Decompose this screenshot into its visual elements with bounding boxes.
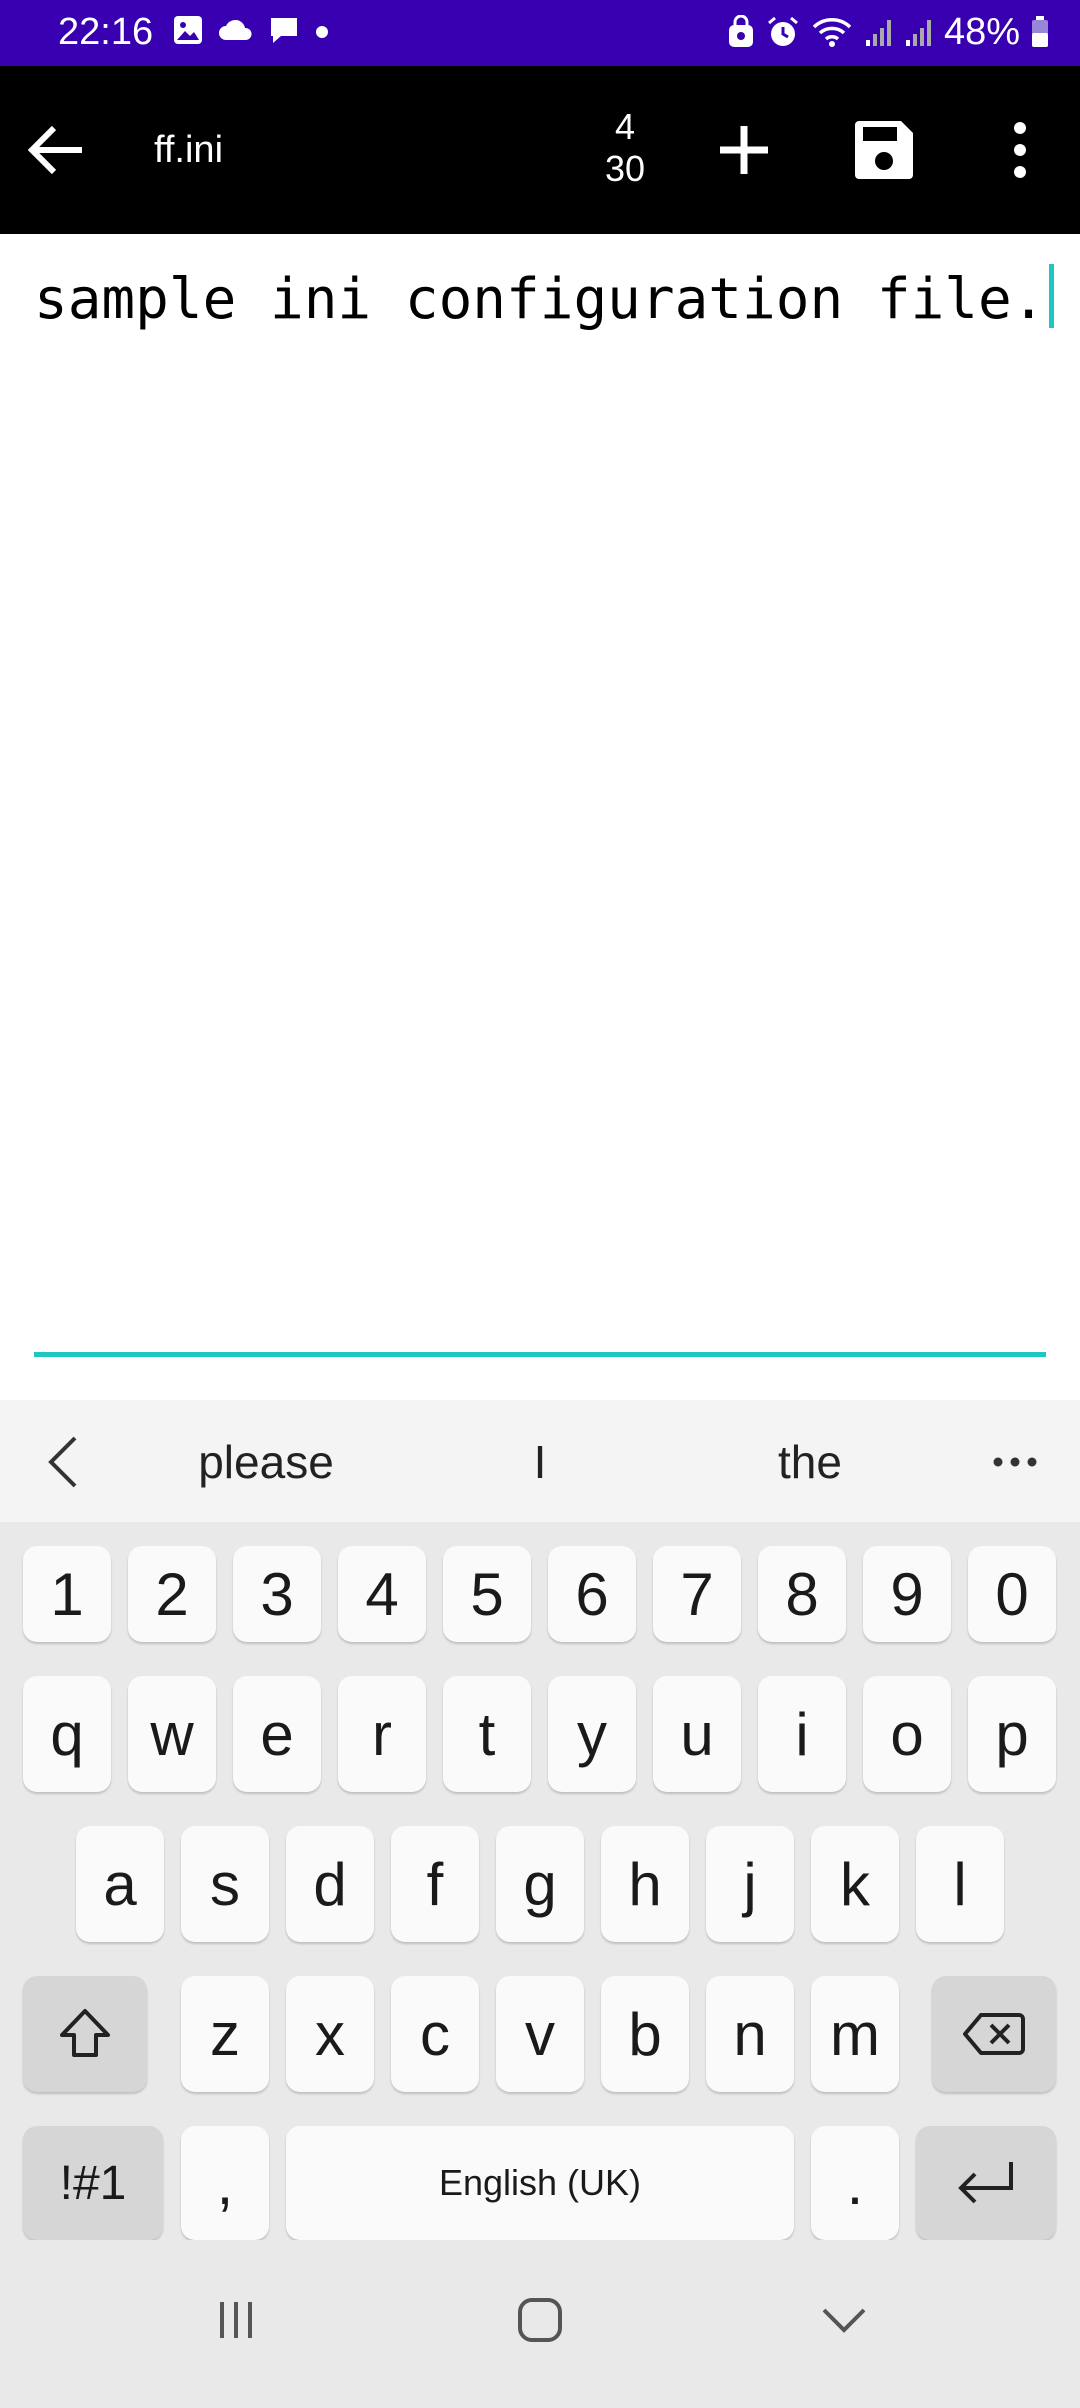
navigation-bar — [0, 2240, 1080, 2408]
shift-key[interactable] — [23, 1976, 147, 2092]
file-title: ff.ini — [154, 129, 224, 171]
status-time: 22:16 — [58, 11, 154, 53]
suggestion-bar: please I the — [0, 1400, 1080, 1522]
key-p[interactable]: p — [968, 1676, 1056, 1792]
key-y[interactable]: y — [548, 1676, 636, 1792]
key-t[interactable]: t — [443, 1676, 531, 1792]
app-toolbar: ff.ini 4 30 — [0, 66, 1080, 234]
key-r[interactable]: r — [338, 1676, 426, 1792]
key-s[interactable]: s — [181, 1826, 269, 1942]
suggestion-3[interactable]: the — [740, 1434, 880, 1490]
recents-button[interactable] — [186, 2280, 286, 2360]
battery-icon — [1032, 16, 1048, 47]
add-button[interactable] — [706, 110, 782, 190]
suggestion-1[interactable]: please — [176, 1434, 356, 1490]
key-l[interactable]: l — [916, 1826, 1004, 1942]
status-right-icons: 48% — [726, 8, 1050, 56]
key-o[interactable]: o — [863, 1676, 951, 1792]
key-c[interactable]: c — [391, 1976, 479, 2092]
more-vert-icon — [1014, 122, 1026, 178]
home-icon — [518, 2298, 562, 2342]
key-a[interactable]: a — [76, 1826, 164, 1942]
key-8[interactable]: 8 — [758, 1546, 846, 1642]
recents-icon — [220, 2302, 252, 2338]
space-key[interactable]: English (UK) — [286, 2126, 794, 2240]
suggestion-collapse-button[interactable] — [30, 1422, 94, 1502]
key-x[interactable]: x — [286, 1976, 374, 2092]
enter-icon — [958, 2162, 1013, 2204]
key-u[interactable]: u — [653, 1676, 741, 1792]
hide-keyboard-icon — [822, 2308, 866, 2333]
backspace-key[interactable] — [932, 1976, 1056, 2092]
save-button[interactable] — [846, 110, 922, 190]
cloud-icon — [219, 19, 252, 40]
chevron-left-icon — [48, 1436, 77, 1488]
key-6[interactable]: 6 — [548, 1546, 636, 1642]
key-4[interactable]: 4 — [338, 1546, 426, 1642]
cursor-position: 4 30 — [590, 106, 660, 190]
key-v[interactable]: v — [496, 1976, 584, 2092]
back-arrow-icon — [27, 125, 82, 175]
editor-focus-underline — [34, 1352, 1046, 1357]
shift-arrow-icon — [60, 2009, 110, 2057]
key-f[interactable]: f — [391, 1826, 479, 1942]
plus-icon — [720, 126, 768, 174]
period-key[interactable]: . — [811, 2126, 899, 2240]
hide-keyboard-button[interactable] — [794, 2280, 894, 2360]
column-number: 30 — [604, 148, 646, 189]
comma-key[interactable]: , — [181, 2126, 269, 2240]
key-i[interactable]: i — [758, 1676, 846, 1792]
key-q[interactable]: q — [23, 1676, 111, 1792]
key-g[interactable]: g — [496, 1826, 584, 1942]
key-m[interactable]: m — [811, 1976, 899, 2092]
key-d[interactable]: d — [286, 1826, 374, 1942]
key-j[interactable]: j — [706, 1826, 794, 1942]
chat-bubble-icon — [271, 18, 297, 43]
key-n[interactable]: n — [706, 1976, 794, 2092]
line-number: 4 — [614, 106, 636, 147]
more-options-button[interactable] — [990, 110, 1050, 190]
suggestion-2[interactable]: I — [490, 1434, 590, 1490]
status-left-icons — [172, 14, 330, 46]
text-cursor — [1049, 264, 1055, 328]
more-horiz-icon — [993, 1457, 1037, 1467]
gallery-icon — [174, 16, 202, 44]
key-0[interactable]: 0 — [968, 1546, 1056, 1642]
key-k[interactable]: k — [811, 1826, 899, 1942]
editor-content[interactable]: sample ini configuration file. — [34, 264, 1055, 336]
key-w[interactable]: w — [128, 1676, 216, 1792]
dot-icon — [316, 26, 328, 38]
save-icon — [855, 121, 913, 179]
key-e[interactable]: e — [233, 1676, 321, 1792]
key-5[interactable]: 5 — [443, 1546, 531, 1642]
home-button[interactable] — [490, 2280, 590, 2360]
text-editor[interactable]: sample ini configuration file. — [0, 234, 1080, 1400]
suggestion-more-button[interactable] — [980, 1422, 1050, 1502]
status-bar: 22:16 48% — [0, 0, 1080, 66]
back-button[interactable] — [20, 110, 92, 190]
symbols-key[interactable]: !#1 — [23, 2126, 163, 2240]
key-z[interactable]: z — [181, 1976, 269, 2092]
signal-icon — [905, 20, 931, 46]
signal-icon — [865, 20, 891, 46]
key-1[interactable]: 1 — [23, 1546, 111, 1642]
key-2[interactable]: 2 — [128, 1546, 216, 1642]
key-b[interactable]: b — [601, 1976, 689, 2092]
alarm-icon — [767, 16, 798, 46]
battery-percentage: 48% — [943, 11, 1020, 53]
security-icon — [728, 15, 753, 47]
key-9[interactable]: 9 — [863, 1546, 951, 1642]
wifi-icon — [812, 18, 852, 47]
enter-key[interactable] — [916, 2126, 1056, 2240]
backspace-icon — [963, 2013, 1025, 2055]
key-7[interactable]: 7 — [653, 1546, 741, 1642]
key-3[interactable]: 3 — [233, 1546, 321, 1642]
editor-text: sample ini configuration file. — [34, 267, 1046, 332]
key-h[interactable]: h — [601, 1826, 689, 1942]
